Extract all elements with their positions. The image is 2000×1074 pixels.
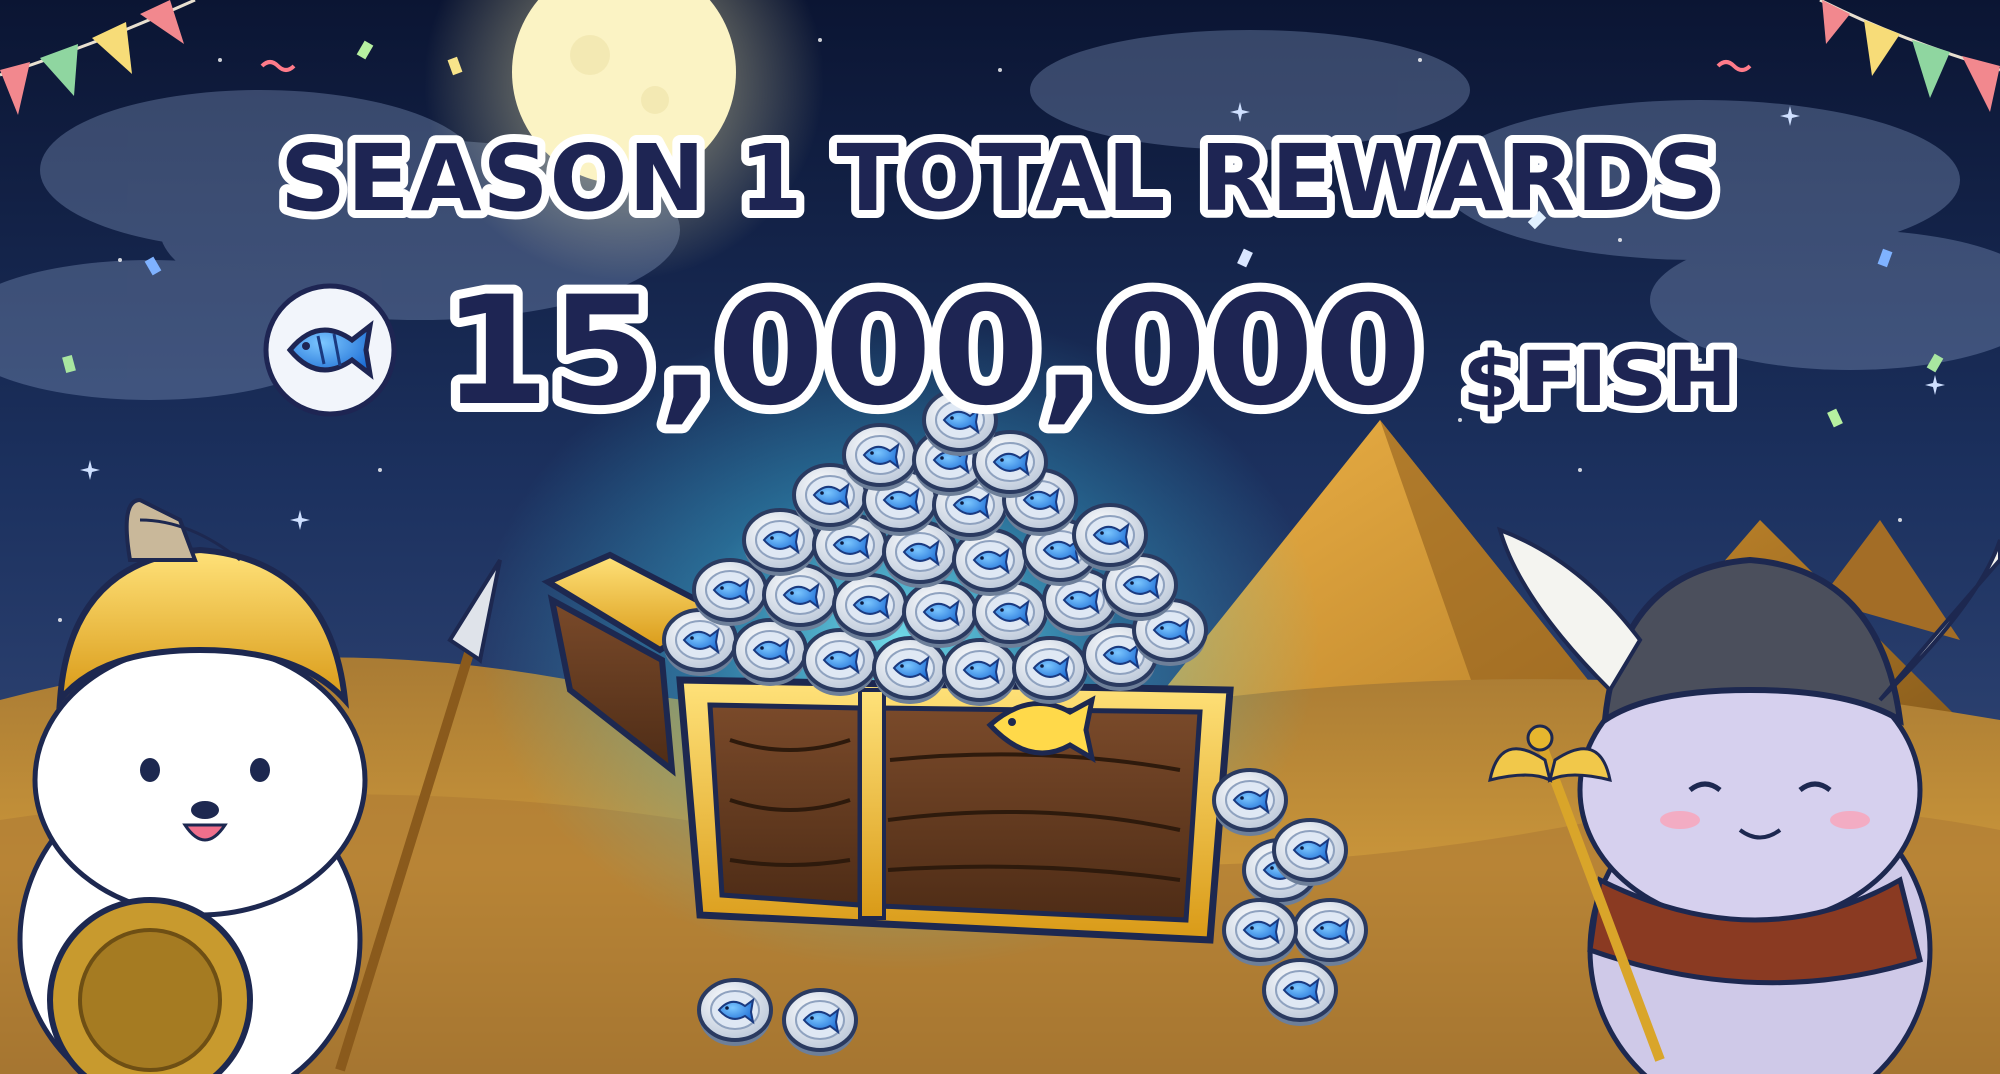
reward-amount: 15,000,000 xyxy=(442,265,1422,435)
promo-banner: SEASON 1 TOTAL REWARDS 15,000,000 $FISH xyxy=(0,0,2000,1074)
reward-amount-graphic: 15,000,000 $FISH xyxy=(433,256,1744,448)
reward-currency: $FISH xyxy=(1462,334,1737,423)
banner-title-graphic: SEASON 1 TOTAL REWARDS xyxy=(275,118,1725,238)
banner-title: SEASON 1 TOTAL REWARDS xyxy=(280,125,1720,232)
banner-title-wrap: SEASON 1 TOTAL REWARDS xyxy=(0,118,2000,238)
reward-amount-row: 15,000,000 $FISH xyxy=(0,256,2000,448)
